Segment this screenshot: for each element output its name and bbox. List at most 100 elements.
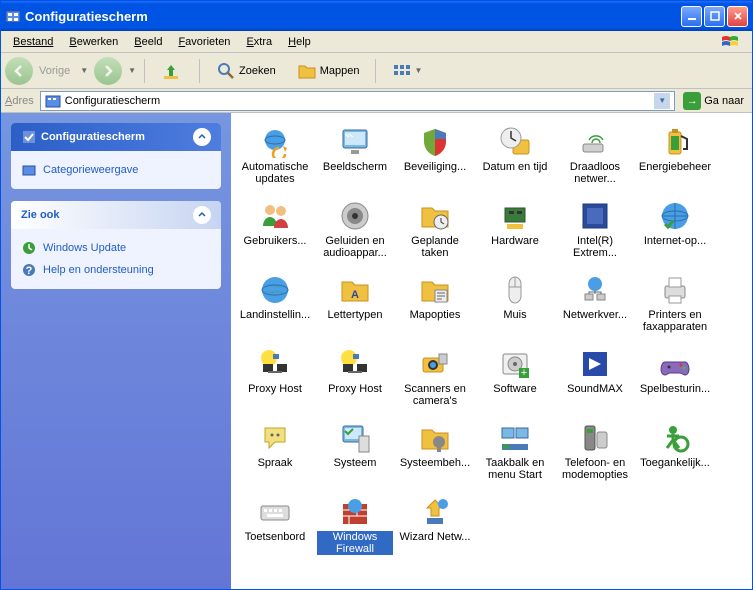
cp-item-label: Toegankelijk...	[640, 457, 710, 469]
clock-icon	[499, 126, 531, 158]
cp-item-sysadmin[interactable]: Systeembeh...	[395, 419, 475, 493]
cp-item-label: Proxy Host	[248, 383, 302, 395]
views-icon	[391, 60, 413, 82]
up-button[interactable]	[153, 56, 191, 86]
cp-item-mouse[interactable]: Muis	[475, 271, 555, 345]
cp-item-speech[interactable]: Spraak	[235, 419, 315, 493]
body: Configuratiescherm Categorieweergave Zie…	[1, 113, 752, 589]
cp-item-users[interactable]: Gebruikers...	[235, 197, 315, 271]
cp-item-wireless[interactable]: Draadloos netwer...	[555, 123, 635, 197]
menu-extra[interactable]: Extra	[238, 34, 280, 50]
speech-icon	[259, 422, 291, 454]
cp-item-label: Systeembeh...	[400, 457, 470, 469]
cp-item-scheduled[interactable]: Geplande taken	[395, 197, 475, 271]
monitor-icon	[339, 126, 371, 158]
address-dropdown[interactable]: ▼	[654, 93, 670, 109]
gamepad-icon	[659, 348, 691, 380]
cp-item-display[interactable]: Beeldscherm	[315, 123, 395, 197]
folder-opts-icon	[419, 274, 451, 306]
separator	[144, 59, 145, 83]
link-windows-update[interactable]: Windows Update	[21, 237, 211, 259]
cp-item-system[interactable]: Systeem	[315, 419, 395, 493]
cp-item-internet[interactable]: Internet-op...	[635, 197, 715, 271]
cp-item-label: Landinstellin...	[240, 309, 310, 321]
wifi-icon	[579, 126, 611, 158]
cp-item-datetime[interactable]: Datum en tijd	[475, 123, 555, 197]
mouse-icon	[499, 274, 531, 306]
cp-item-soundmax[interactable]: SoundMAX	[555, 345, 635, 419]
close-button[interactable]	[727, 6, 748, 27]
cp-item-label: Geluiden en audioappar...	[317, 235, 393, 259]
menu-edit[interactable]: Bewerken	[61, 34, 126, 50]
cp-item-wizard[interactable]: Wizard Netw...	[395, 493, 475, 567]
menu-favorites[interactable]: Favorieten	[170, 34, 238, 50]
cp-item-proxy1[interactable]: Proxy Host	[235, 345, 315, 419]
maximize-button[interactable]	[704, 6, 725, 27]
menu-help[interactable]: Help	[280, 34, 319, 50]
views-button[interactable]: ▼	[384, 56, 430, 86]
minimize-button[interactable]	[681, 6, 702, 27]
cp-item-firewall[interactable]: Windows Firewall	[315, 493, 395, 567]
cp-item-game[interactable]: Spelbesturin...	[635, 345, 715, 419]
cp-item-label: Energiebeheer	[639, 161, 711, 173]
printer-icon	[659, 274, 691, 306]
panel-icon	[21, 129, 37, 145]
search-icon	[215, 60, 237, 82]
cp-item-intel[interactable]: Intel(R) Extrem...	[555, 197, 635, 271]
cp-item-sounds[interactable]: Geluiden en audioappar...	[315, 197, 395, 271]
search-button[interactable]: Zoeken	[208, 56, 283, 86]
link-category-view[interactable]: Categorieweergave	[21, 159, 211, 181]
go-button[interactable]: → Ga naar	[679, 90, 748, 112]
accessibility-icon	[659, 422, 691, 454]
cp-item-printers[interactable]: Printers en faxapparaten	[635, 271, 715, 345]
svg-text:?: ?	[26, 265, 33, 277]
soundmax-icon	[579, 348, 611, 380]
collapse-icon[interactable]	[193, 206, 211, 224]
cp-item-security[interactable]: Beveiliging...	[395, 123, 475, 197]
cp-item-label: Datum en tijd	[483, 161, 548, 173]
address-input[interactable]: Configuratiescherm ▼	[40, 91, 676, 111]
address-icon	[45, 93, 61, 109]
cp-item-power[interactable]: Energiebeheer	[635, 123, 715, 197]
cp-item-phone[interactable]: Telefoon- en modemopties	[555, 419, 635, 493]
icon-area[interactable]: Automatische updates Beeldscherm Beveiligi…	[231, 113, 752, 589]
forward-dropdown[interactable]: ▼	[128, 66, 136, 75]
cp-item-label: Gebruikers...	[244, 235, 307, 247]
go-icon: →	[683, 92, 701, 110]
titlebar[interactable]: Configuratiescherm	[1, 1, 752, 31]
cp-item-fonts[interactable]: ALettertypen	[315, 271, 395, 345]
cp-item-scanners[interactable]: Scanners en camera's	[395, 345, 475, 419]
panel-head[interactable]: Configuratiescherm	[11, 123, 221, 151]
cp-item-label: Taakbalk en menu Start	[477, 457, 553, 481]
cp-item-label: Scanners en camera's	[397, 383, 473, 407]
cp-item-proxy2[interactable]: Proxy Host	[315, 345, 395, 419]
cp-item-label: Spraak	[258, 457, 293, 469]
forward-button[interactable]	[94, 57, 122, 85]
cp-item-label: Beeldscherm	[323, 161, 387, 173]
cp-item-accessibility[interactable]: Toegankelijk...	[635, 419, 715, 493]
cp-item-network[interactable]: Netwerkver...	[555, 271, 635, 345]
folder-clock-icon	[419, 200, 451, 232]
panel-head[interactable]: Zie ook	[11, 201, 221, 229]
back-button[interactable]	[5, 57, 33, 85]
back-dropdown[interactable]: ▼	[80, 66, 88, 75]
collapse-icon[interactable]	[193, 128, 211, 146]
folders-icon	[296, 60, 318, 82]
addressbar: Adres Configuratiescherm ▼ → Ga naar	[1, 89, 752, 113]
cp-item-hardware[interactable]: Hardware	[475, 197, 555, 271]
cp-item-regional[interactable]: Landinstellin...	[235, 271, 315, 345]
cp-item-software[interactable]: +Software	[475, 345, 555, 419]
link-help[interactable]: ? Help en ondersteuning	[21, 259, 211, 281]
folders-button[interactable]: Mappen	[289, 56, 367, 86]
cp-item-keyboard[interactable]: Toetsenbord	[235, 493, 315, 567]
cp-item-label: Systeem	[334, 457, 377, 469]
cp-item-auto-updates[interactable]: Automatische updates	[235, 123, 315, 197]
cp-item-folder-opts[interactable]: Mapopties	[395, 271, 475, 345]
menu-view[interactable]: Beeld	[126, 34, 170, 50]
firewall-icon	[339, 496, 371, 528]
hardware-icon	[499, 200, 531, 232]
address-label: Adres	[5, 95, 34, 107]
cp-item-taskbar[interactable]: Taakbalk en menu Start	[475, 419, 555, 493]
svg-text:+: +	[521, 367, 527, 379]
menu-file[interactable]: Bestand	[5, 34, 61, 50]
